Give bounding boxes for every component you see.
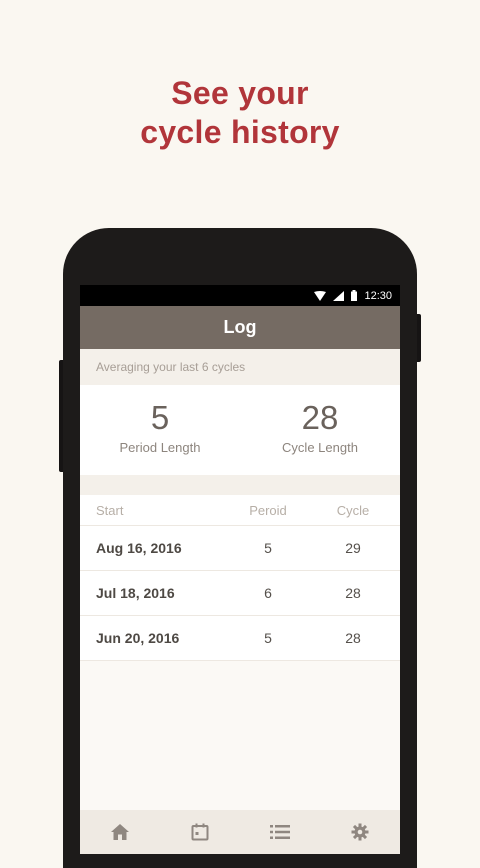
row-period: 5 [264, 540, 272, 556]
history-table-header: Start Peroid Cycle [80, 495, 400, 525]
list-icon[interactable] [269, 821, 291, 843]
period-length-label: Period Length [119, 440, 201, 455]
cycle-length-label: Cycle Length [282, 440, 358, 455]
promo-headline: See your cycle history [0, 74, 480, 152]
summary-stats: 5 Period Length 28 Cycle Length [80, 385, 400, 475]
table-row[interactable]: Aug 16, 2016 5 29 [80, 525, 400, 570]
header-cycle: Cycle [336, 502, 370, 518]
table-row[interactable]: Jul 18, 2016 6 28 [80, 570, 400, 615]
status-time: 12:30 [364, 289, 392, 302]
table-row[interactable]: Jun 20, 2016 5 28 [80, 615, 400, 661]
period-length-value: 5 [150, 399, 170, 436]
phone-screen: 12:30 Log Averaging your last 6 cycles 5… [80, 285, 400, 854]
row-start-date: Jun 20, 2016 [96, 630, 180, 646]
headline-line-1: See your [171, 75, 309, 111]
home-icon[interactable] [109, 821, 131, 843]
row-cycle: 28 [345, 630, 361, 646]
row-period: 6 [264, 585, 272, 601]
cycle-length-stat: 28 Cycle Length [240, 385, 400, 475]
row-period: 5 [264, 630, 272, 646]
row-start-date: Jul 18, 2016 [96, 585, 175, 601]
history-table: Aug 16, 2016 5 29 Jul 18, 2016 6 28 Jun … [80, 525, 400, 661]
averaging-caption: Averaging your last 6 cycles [80, 349, 400, 385]
app-bar: Log [80, 306, 400, 349]
app-bar-title: Log [223, 317, 257, 337]
settings-icon[interactable] [349, 821, 371, 843]
battery-icon [351, 290, 358, 301]
promo-background: See your cycle history 12:30 Log Averagi… [0, 0, 480, 868]
bottom-navigation [80, 810, 400, 854]
header-start: Start [96, 502, 124, 518]
cycle-length-value: 28 [301, 399, 339, 436]
signal-icon [333, 290, 345, 301]
period-length-stat: 5 Period Length [80, 385, 240, 475]
status-bar: 12:30 [80, 285, 400, 306]
headline-line-2: cycle history [140, 114, 340, 150]
section-divider [80, 475, 400, 495]
calendar-icon[interactable] [189, 821, 211, 843]
row-cycle: 28 [345, 585, 361, 601]
row-cycle: 29 [345, 540, 361, 556]
header-period: Peroid [249, 502, 287, 518]
row-start-date: Aug 16, 2016 [96, 540, 182, 556]
wifi-icon [314, 290, 327, 301]
